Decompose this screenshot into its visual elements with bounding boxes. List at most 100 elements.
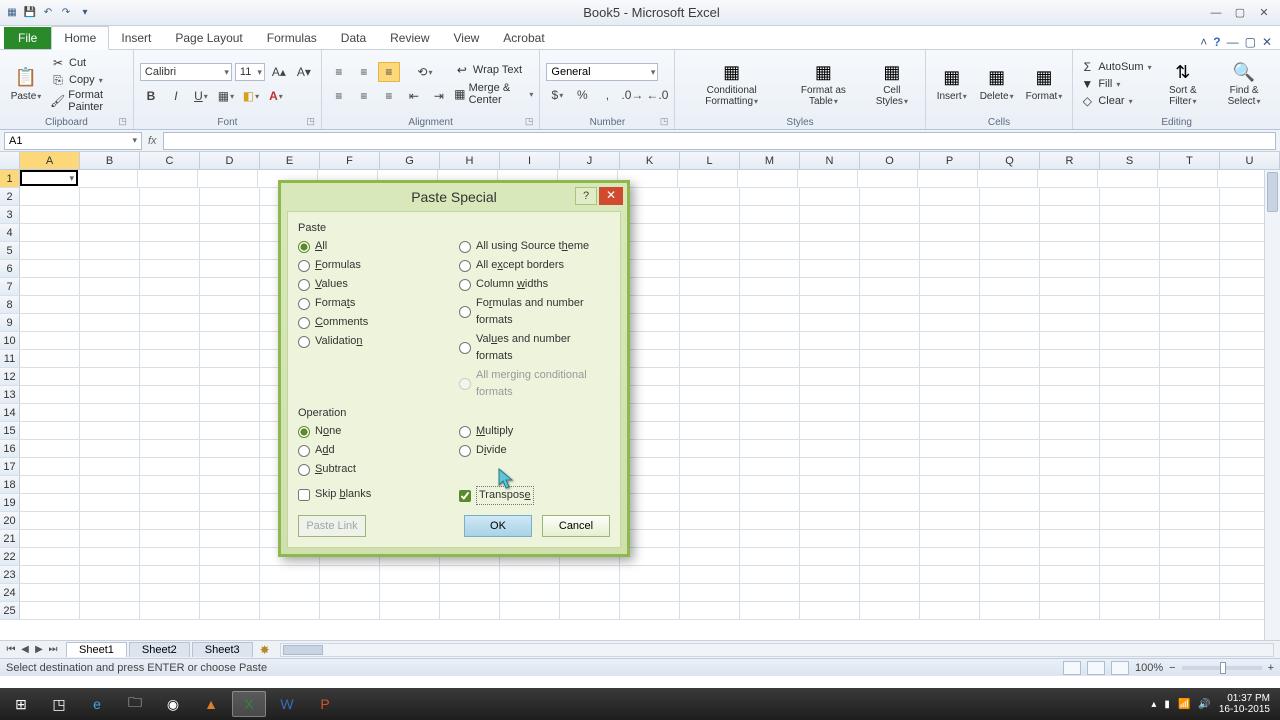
cell[interactable] bbox=[1158, 170, 1218, 188]
cell[interactable] bbox=[980, 476, 1040, 494]
cell[interactable] bbox=[80, 512, 140, 530]
cell[interactable] bbox=[20, 512, 80, 530]
italic-button[interactable]: I bbox=[165, 86, 187, 106]
cell[interactable] bbox=[920, 296, 980, 314]
cell[interactable] bbox=[80, 494, 140, 512]
cell[interactable] bbox=[260, 584, 320, 602]
row-header[interactable]: 1 bbox=[0, 170, 20, 188]
sheet-prev-icon[interactable]: ◀ bbox=[18, 644, 32, 655]
row-header[interactable]: 11 bbox=[0, 350, 20, 368]
row-header[interactable]: 12 bbox=[0, 368, 20, 386]
cell[interactable] bbox=[380, 602, 440, 620]
cell[interactable] bbox=[140, 458, 200, 476]
cell[interactable] bbox=[20, 440, 80, 458]
cell[interactable] bbox=[680, 602, 740, 620]
row-header[interactable]: 13 bbox=[0, 386, 20, 404]
cell[interactable] bbox=[740, 440, 800, 458]
cell[interactable] bbox=[920, 368, 980, 386]
cell[interactable] bbox=[20, 494, 80, 512]
column-header[interactable]: M bbox=[740, 152, 800, 169]
cell[interactable] bbox=[920, 224, 980, 242]
cell[interactable] bbox=[740, 242, 800, 260]
cell[interactable] bbox=[1040, 602, 1100, 620]
align-middle-icon[interactable]: ≡ bbox=[353, 62, 375, 82]
row-header[interactable]: 17 bbox=[0, 458, 20, 476]
cell[interactable] bbox=[1040, 296, 1100, 314]
cell[interactable] bbox=[920, 260, 980, 278]
cell[interactable] bbox=[740, 404, 800, 422]
cell[interactable] bbox=[980, 188, 1040, 206]
cut-button[interactable]: ✂Cut bbox=[50, 55, 127, 71]
format-cell-button[interactable]: ▦Format▾ bbox=[1022, 65, 1067, 104]
cell[interactable] bbox=[80, 350, 140, 368]
vscroll-thumb[interactable] bbox=[1267, 172, 1278, 212]
radio-values-input[interactable] bbox=[298, 279, 310, 291]
cell[interactable] bbox=[200, 278, 260, 296]
cell[interactable] bbox=[678, 170, 738, 188]
zoom-slider-handle[interactable] bbox=[1220, 662, 1226, 674]
cell[interactable] bbox=[20, 476, 80, 494]
cell[interactable] bbox=[1160, 296, 1220, 314]
radio-subtract[interactable]: Subtract bbox=[298, 461, 449, 478]
cell[interactable] bbox=[620, 584, 680, 602]
cell[interactable] bbox=[1160, 386, 1220, 404]
font-name-select[interactable]: Calibri bbox=[140, 63, 232, 81]
cell[interactable] bbox=[1160, 512, 1220, 530]
shrink-font-icon[interactable]: A▾ bbox=[293, 62, 315, 82]
cell[interactable] bbox=[440, 566, 500, 584]
cell[interactable] bbox=[980, 404, 1040, 422]
radio-all-input[interactable] bbox=[298, 241, 310, 253]
column-header[interactable]: H bbox=[440, 152, 500, 169]
cell[interactable] bbox=[860, 602, 920, 620]
cell[interactable] bbox=[1100, 242, 1160, 260]
cell[interactable] bbox=[80, 206, 140, 224]
cell[interactable] bbox=[800, 386, 860, 404]
taskbar-powerpoint-icon[interactable]: P bbox=[308, 691, 342, 717]
window-min-icon[interactable]: — bbox=[1227, 35, 1239, 49]
page-layout-view-icon[interactable] bbox=[1087, 661, 1105, 675]
sheet-next-icon[interactable]: ▶ bbox=[32, 644, 46, 655]
cell[interactable] bbox=[80, 332, 140, 350]
cell[interactable] bbox=[800, 602, 860, 620]
font-dialog-icon[interactable]: ◳ bbox=[306, 116, 315, 127]
radio-none-input[interactable] bbox=[298, 426, 310, 438]
row-header[interactable]: 14 bbox=[0, 404, 20, 422]
cell[interactable] bbox=[1040, 242, 1100, 260]
cell[interactable] bbox=[140, 386, 200, 404]
cell[interactable] bbox=[800, 314, 860, 332]
cell[interactable] bbox=[500, 584, 560, 602]
align-left-icon[interactable]: ≡ bbox=[328, 86, 350, 106]
cell[interactable] bbox=[1100, 350, 1160, 368]
column-header[interactable]: C bbox=[140, 152, 200, 169]
cell[interactable] bbox=[1160, 602, 1220, 620]
accounting-format-icon[interactable]: $▾ bbox=[546, 85, 568, 105]
row-header[interactable]: 20 bbox=[0, 512, 20, 530]
fill-button[interactable]: ▼Fill▾ bbox=[1079, 76, 1151, 92]
cell[interactable] bbox=[800, 422, 860, 440]
start-button[interactable]: ⊞ bbox=[4, 691, 38, 717]
radio-formulas-num-input[interactable] bbox=[459, 306, 471, 318]
cell[interactable] bbox=[980, 584, 1040, 602]
cell[interactable] bbox=[740, 278, 800, 296]
check-transpose-input[interactable] bbox=[459, 490, 471, 502]
format-as-table-button[interactable]: ▦Format as Table▾ bbox=[786, 59, 861, 109]
cell[interactable] bbox=[680, 386, 740, 404]
tab-file[interactable]: File bbox=[4, 27, 51, 49]
radio-column-widths-input[interactable] bbox=[459, 279, 471, 291]
taskbar-explorer-icon[interactable]: 🗀 bbox=[118, 691, 152, 717]
cell[interactable] bbox=[980, 368, 1040, 386]
cell[interactable] bbox=[1100, 332, 1160, 350]
border-button[interactable]: ▦▾ bbox=[215, 86, 237, 106]
cell[interactable] bbox=[80, 422, 140, 440]
radio-multiply-input[interactable] bbox=[459, 426, 471, 438]
new-sheet-icon[interactable]: ✸ bbox=[256, 643, 274, 657]
sheet-tab-2[interactable]: Sheet2 bbox=[129, 642, 190, 657]
cell[interactable] bbox=[200, 224, 260, 242]
cell[interactable] bbox=[500, 566, 560, 584]
cell[interactable] bbox=[740, 422, 800, 440]
cell[interactable] bbox=[1040, 494, 1100, 512]
cell[interactable] bbox=[800, 440, 860, 458]
cell[interactable] bbox=[740, 206, 800, 224]
taskbar-excel-icon[interactable]: X bbox=[232, 691, 266, 717]
cell[interactable] bbox=[1040, 260, 1100, 278]
